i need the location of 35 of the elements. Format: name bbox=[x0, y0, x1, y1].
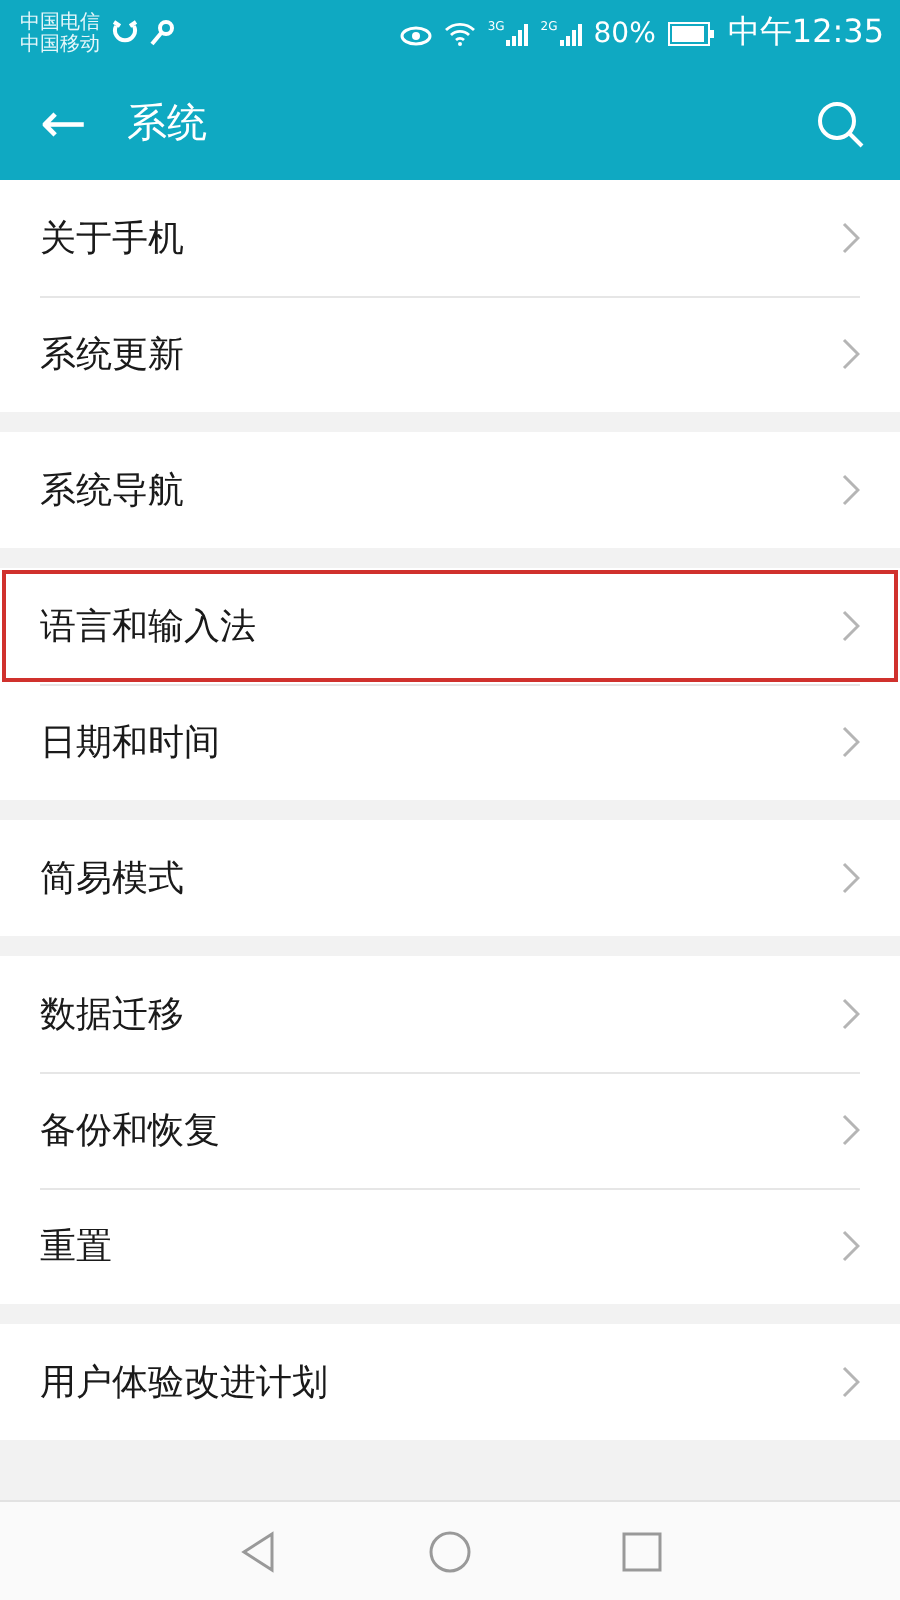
carrier-name: 中国电信 bbox=[20, 11, 100, 33]
recents-icon[interactable] bbox=[622, 1531, 662, 1571]
key-icon bbox=[150, 20, 174, 46]
wifi-icon bbox=[443, 21, 476, 45]
clock-time: 中午12:35 bbox=[727, 12, 884, 54]
back-icon[interactable] bbox=[238, 1529, 278, 1573]
settings-item[interactable]: 用户体验改进计划 bbox=[0, 1324, 900, 1440]
signal-icon bbox=[504, 21, 529, 45]
settings-item[interactable]: 系统更新 bbox=[0, 296, 900, 412]
battery-percent: 80% bbox=[593, 17, 656, 49]
chevron-icon bbox=[842, 726, 860, 758]
chevron-icon bbox=[842, 998, 860, 1030]
settings-item[interactable]: 系统导航 bbox=[0, 432, 900, 548]
settings-item[interactable]: 简易模式 bbox=[0, 820, 900, 936]
signal-icon bbox=[557, 21, 582, 45]
chevron-icon bbox=[842, 1366, 860, 1398]
chevron-icon bbox=[842, 1114, 860, 1146]
settings-item[interactable]: 日期和时间 bbox=[0, 684, 900, 800]
home-icon[interactable] bbox=[428, 1529, 472, 1573]
battery-icon bbox=[667, 21, 716, 45]
chevron-icon bbox=[842, 862, 860, 894]
page-title: 系统 bbox=[126, 96, 209, 150]
carrier-name: 中国移动 bbox=[20, 33, 100, 55]
settings-item[interactable]: 重置 bbox=[0, 1188, 900, 1304]
eye-icon bbox=[399, 21, 432, 45]
settings-item[interactable]: 备份和恢复 bbox=[0, 1072, 900, 1188]
chevron-icon bbox=[842, 474, 860, 506]
settings-item[interactable]: 关于手机 bbox=[0, 180, 900, 296]
chevron-icon bbox=[842, 610, 860, 642]
chevron-icon bbox=[842, 222, 860, 254]
settings-item[interactable]: 数据迁移 bbox=[0, 956, 900, 1072]
settings-item[interactable]: 语言和输入法 bbox=[0, 568, 900, 684]
search-icon[interactable] bbox=[816, 99, 864, 147]
chevron-icon bbox=[842, 1230, 860, 1262]
chevron-icon bbox=[842, 338, 860, 370]
